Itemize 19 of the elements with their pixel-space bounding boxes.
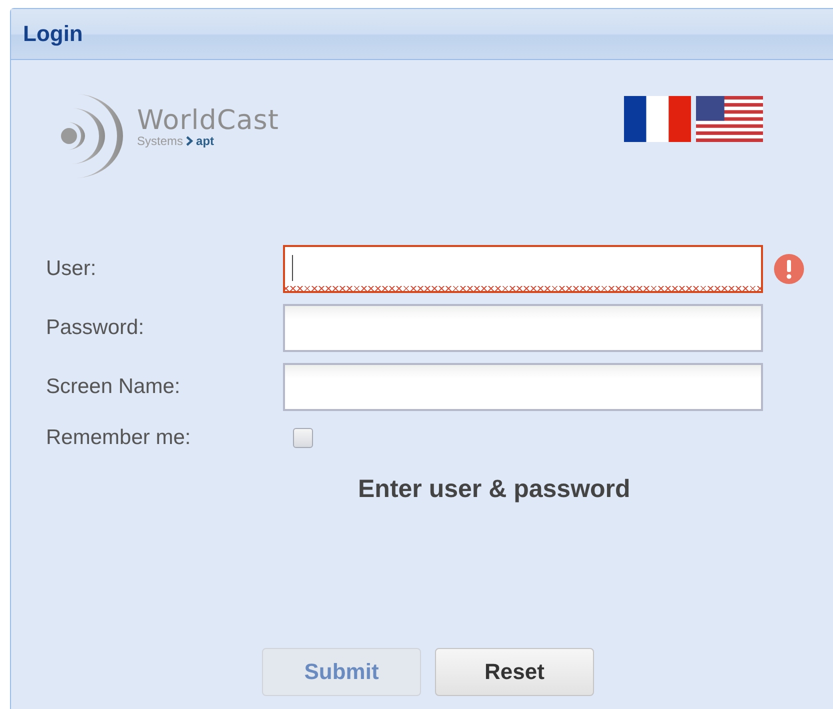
checkbox[interactable] bbox=[293, 428, 313, 448]
french-flag-icon[interactable] bbox=[624, 96, 691, 142]
brand-tagline: Systems bbox=[137, 134, 184, 148]
input-field[interactable] bbox=[283, 245, 763, 293]
input-field[interactable] bbox=[283, 363, 763, 411]
field-label: Password: bbox=[46, 316, 146, 340]
brand-name: WorldCast bbox=[137, 106, 279, 134]
error-icon bbox=[773, 253, 805, 285]
status-message: Enter user & password bbox=[358, 475, 630, 504]
field-label: Remember me: bbox=[46, 426, 192, 450]
product-name: apt bbox=[196, 134, 214, 148]
input-field[interactable] bbox=[283, 304, 763, 352]
chevron-icon bbox=[186, 136, 194, 146]
form-button[interactable]: Reset bbox=[435, 648, 594, 696]
window-title: Login bbox=[23, 21, 83, 47]
field-label: User: bbox=[46, 257, 98, 281]
field-label: Screen Name: bbox=[46, 375, 182, 399]
text-cursor bbox=[292, 255, 293, 281]
american-flag-icon[interactable] bbox=[696, 96, 763, 142]
